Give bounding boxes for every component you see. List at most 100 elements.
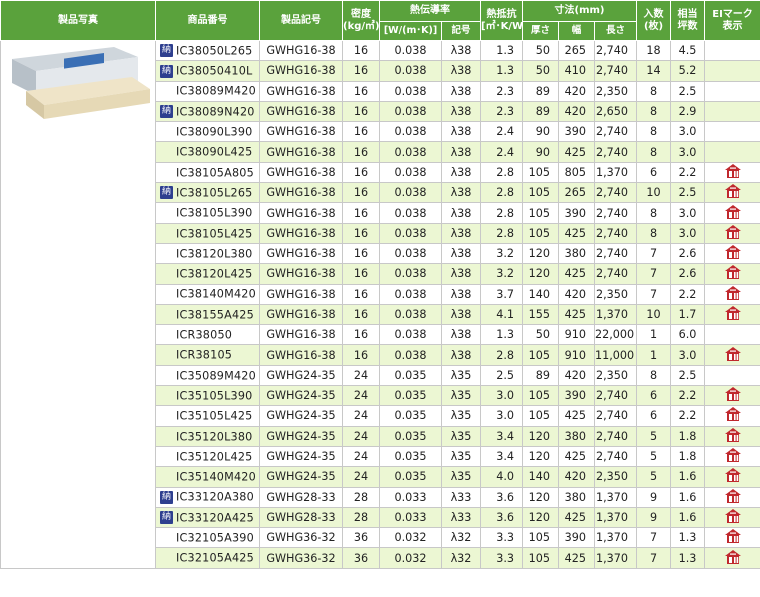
length-cell: 2,650 [593, 100, 638, 123]
length-cell: 2,740 [593, 222, 638, 244]
thickness-cell: 105 [522, 527, 559, 549]
resistance-cell: 1.3 [480, 39, 523, 62]
density-cell: 16 [342, 242, 380, 265]
product-code: IC32105A390 [176, 531, 254, 545]
product-code-cell: IC32105A425 [155, 547, 260, 569]
conductivity-cell: 0.038 [379, 39, 442, 62]
density-cell: 24 [342, 405, 380, 427]
pieces-cell: 7 [636, 527, 672, 549]
tsubo-cell: 2.6 [670, 242, 706, 265]
thickness-cell: 120 [522, 425, 559, 447]
length-cell: 2,740 [593, 182, 638, 204]
ei-mark-cell [704, 344, 760, 366]
width-cell: 420 [558, 283, 595, 305]
ei-mark-house-icon [724, 244, 742, 262]
conductivity-symbol-cell: λ38 [441, 161, 481, 184]
conductivity-cell: 0.035 [379, 466, 442, 488]
nou-badge: 納 [160, 186, 173, 200]
ei-mark-house-icon [724, 305, 742, 323]
pieces-cell: 7 [636, 547, 672, 569]
ei-mark-cell [704, 121, 760, 143]
length-cell: 2,740 [593, 445, 638, 468]
pieces-cell: 7 [636, 283, 672, 305]
product-code-cell: 納 IC33120A380 [155, 486, 260, 508]
tsubo-cell: 1.6 [670, 486, 706, 508]
thickness-cell: 105 [522, 222, 559, 244]
length-cell: 1,370 [593, 527, 638, 549]
ei-mark-house-icon [724, 427, 742, 445]
product-code: IC38105L265 [176, 186, 253, 200]
product-code: IC38105L390 [176, 206, 253, 220]
density-cell: 24 [342, 364, 380, 387]
thickness-cell: 120 [522, 506, 559, 529]
tsubo-cell: 2.6 [670, 263, 706, 285]
pieces-cell: 14 [636, 60, 672, 82]
resistance-cell: 2.4 [480, 141, 523, 163]
pieces-cell: 18 [636, 39, 672, 62]
conductivity-cell: 0.033 [379, 506, 442, 529]
product-code: IC33120A380 [176, 490, 254, 504]
tsubo-cell: 1.8 [670, 425, 706, 447]
ei-mark-house-icon [724, 529, 742, 547]
ei-mark-cell [704, 182, 760, 204]
pieces-cell: 10 [636, 303, 672, 326]
density-cell: 16 [342, 283, 380, 305]
product-code-cell: IC38105L390 [155, 202, 260, 224]
conductivity-symbol-cell: λ38 [441, 202, 481, 224]
width-cell: 425 [558, 263, 595, 285]
thickness-cell: 90 [522, 141, 559, 163]
resistance-cell: 3.6 [480, 486, 523, 508]
tsubo-cell: 5.2 [670, 60, 706, 82]
ei-mark-cell [704, 303, 760, 326]
pieces-cell: 8 [636, 202, 672, 224]
product-symbol-cell: GWHG16-38 [259, 242, 343, 265]
width-cell: 425 [558, 222, 595, 244]
thickness-cell: 120 [522, 242, 559, 265]
nou-badge: 納 [160, 44, 173, 58]
product-symbol-cell: GWHG16-38 [259, 60, 343, 82]
density-cell: 16 [342, 141, 380, 163]
resistance-cell: 3.0 [480, 385, 523, 407]
tsubo-cell: 3.0 [670, 141, 706, 163]
pieces-cell: 6 [636, 405, 672, 427]
ei-mark-cell [704, 39, 760, 62]
thickness-cell: 89 [522, 364, 559, 387]
conductivity-cell: 0.035 [379, 364, 442, 387]
product-symbol-cell: GWHG24-35 [259, 405, 343, 427]
width-cell: 265 [558, 39, 595, 62]
product-code-cell: IC32105A390 [155, 527, 260, 549]
header-length: 長さ [593, 21, 638, 41]
product-code: IC35140M420 [176, 470, 256, 484]
width-cell: 410 [558, 60, 595, 82]
resistance-cell: 2.3 [480, 100, 523, 123]
density-cell: 36 [342, 547, 380, 569]
ei-mark-cell [704, 242, 760, 265]
header-conductivity: 熱伝導率 [379, 0, 481, 22]
pieces-cell: 9 [636, 506, 672, 529]
conductivity-symbol-cell: λ38 [441, 283, 481, 305]
header-pieces: 入数 (枚) [636, 0, 672, 41]
ei-mark-cell [704, 60, 760, 82]
product-symbol-cell: GWHG24-35 [259, 385, 343, 407]
ei-mark-cell [704, 80, 760, 102]
pieces-cell: 8 [636, 222, 672, 244]
length-cell: 2,350 [593, 466, 638, 488]
thickness-cell: 105 [522, 202, 559, 224]
thickness-cell: 140 [522, 466, 559, 488]
width-cell: 380 [558, 242, 595, 265]
product-symbol-cell: GWHG16-38 [259, 324, 343, 346]
tsubo-cell: 4.5 [670, 39, 706, 62]
tsubo-cell: 2.2 [670, 283, 706, 305]
product-code: IC32105A425 [176, 551, 254, 565]
product-code-cell: IC35140M420 [155, 466, 260, 488]
conductivity-cell: 0.038 [379, 60, 442, 82]
ei-mark-house-icon [724, 265, 742, 283]
ei-mark-house-icon [724, 285, 742, 303]
length-cell: 2,740 [593, 60, 638, 82]
tsubo-cell: 2.9 [670, 100, 706, 123]
length-cell: 2,740 [593, 385, 638, 407]
product-symbol-cell: GWHG16-38 [259, 222, 343, 244]
conductivity-cell: 0.035 [379, 405, 442, 427]
ei-mark-cell [704, 283, 760, 305]
product-symbol-cell: GWHG16-38 [259, 100, 343, 123]
